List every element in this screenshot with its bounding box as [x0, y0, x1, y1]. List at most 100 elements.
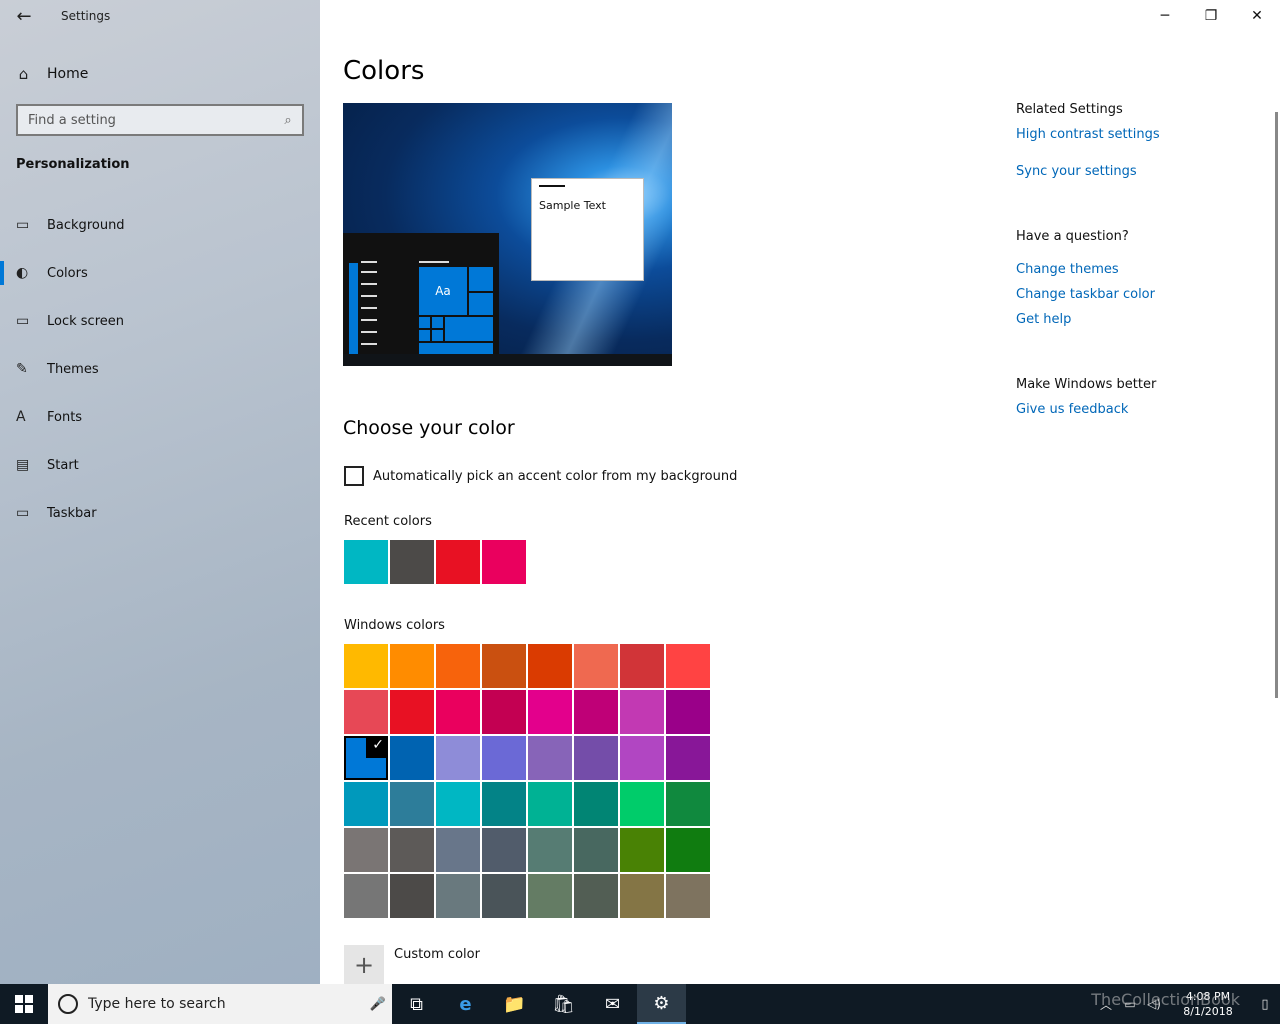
color-swatch[interactable]	[344, 828, 388, 872]
sidebar-item-lock-screen[interactable]: ▭ Lock screen	[0, 297, 320, 345]
color-swatch[interactable]	[436, 644, 480, 688]
plus-icon[interactable]: +	[344, 945, 384, 985]
color-swatch[interactable]	[574, 782, 618, 826]
sidebar-item-start[interactable]: ▤ Start	[0, 441, 320, 489]
color-swatch[interactable]	[620, 736, 664, 780]
color-swatch[interactable]	[666, 690, 710, 734]
color-swatch[interactable]	[574, 690, 618, 734]
color-swatch[interactable]	[574, 874, 618, 918]
custom-color-label[interactable]: Custom color	[394, 947, 480, 962]
close-icon[interactable]: ✕	[1234, 0, 1280, 32]
related-settings: Related Settings High contrast settings …	[1016, 102, 1256, 417]
scrollbar[interactable]	[1275, 112, 1278, 698]
microphone-icon[interactable]: 🎤	[364, 997, 392, 1012]
color-swatch[interactable]	[574, 828, 618, 872]
color-swatch[interactable]	[482, 782, 526, 826]
color-swatch[interactable]	[620, 644, 664, 688]
search-icon[interactable]: ⌕	[274, 113, 302, 128]
system-tray: ︿ ▭ ◁) 4:08 PM 8/1/2018 ▯	[1094, 984, 1280, 1024]
color-swatch[interactable]	[436, 690, 480, 734]
color-swatch[interactable]	[620, 782, 664, 826]
network-icon[interactable]: ▭	[1118, 997, 1142, 1011]
auto-pick-label[interactable]: Automatically pick an accent color from …	[373, 469, 737, 484]
color-swatch[interactable]	[620, 690, 664, 734]
sidebar-item-taskbar[interactable]: ▭ Taskbar	[0, 489, 320, 537]
file-explorer-icon[interactable]: 📁	[490, 984, 539, 1024]
color-swatch[interactable]	[344, 540, 388, 584]
color-swatch[interactable]	[482, 736, 526, 780]
color-swatch[interactable]	[436, 736, 480, 780]
change-themes-link[interactable]: Change themes	[1016, 262, 1256, 277]
sidebar-item-colors[interactable]: ◐ Colors	[0, 249, 320, 297]
auto-pick-option[interactable]: Automatically pick an accent color from …	[344, 466, 737, 486]
color-swatch[interactable]	[666, 782, 710, 826]
sidebar-item-themes[interactable]: ✎ Themes	[0, 345, 320, 393]
color-swatch[interactable]	[482, 828, 526, 872]
color-swatch[interactable]	[666, 644, 710, 688]
color-swatch[interactable]	[482, 540, 526, 584]
feedback-link[interactable]: Give us feedback	[1016, 402, 1256, 417]
custom-color-option[interactable]: + Custom color	[344, 945, 480, 985]
notification-icon[interactable]: ▯	[1250, 997, 1280, 1012]
color-swatch[interactable]	[390, 736, 434, 780]
color-swatch[interactable]	[390, 828, 434, 872]
home-link[interactable]: ⌂ Home	[0, 56, 320, 92]
settings-icon[interactable]: ⚙	[637, 984, 686, 1024]
color-swatch[interactable]	[666, 736, 710, 780]
clock[interactable]: 4:08 PM 8/1/2018	[1166, 989, 1250, 1019]
color-swatch[interactable]	[620, 828, 664, 872]
color-swatch[interactable]	[436, 874, 480, 918]
task-view-icon[interactable]: ⧉	[392, 984, 441, 1024]
maximize-icon[interactable]: ❐	[1188, 0, 1234, 32]
color-swatch[interactable]: ✓	[344, 736, 388, 780]
taskbar-search-input[interactable]	[88, 996, 364, 1012]
preview-line	[361, 331, 377, 333]
color-swatch[interactable]	[620, 874, 664, 918]
color-swatch[interactable]	[528, 828, 572, 872]
color-swatch[interactable]	[482, 644, 526, 688]
high-contrast-link[interactable]: High contrast settings	[1016, 127, 1256, 142]
color-swatch[interactable]	[436, 782, 480, 826]
color-swatch[interactable]	[390, 540, 434, 584]
sidebar-item-fonts[interactable]: A Fonts	[0, 393, 320, 441]
color-swatch[interactable]	[574, 644, 618, 688]
color-swatch[interactable]	[390, 690, 434, 734]
sync-settings-link[interactable]: Sync your settings	[1016, 164, 1256, 179]
color-swatch[interactable]	[528, 690, 572, 734]
chevron-up-icon[interactable]: ︿	[1094, 996, 1118, 1013]
sidebar-item-background[interactable]: ▭ Background	[0, 201, 320, 249]
window-controls: ─ ❐ ✕	[1142, 0, 1280, 32]
color-swatch[interactable]	[482, 690, 526, 734]
color-swatch[interactable]	[390, 644, 434, 688]
color-swatch[interactable]	[344, 690, 388, 734]
start-button[interactable]	[0, 984, 48, 1024]
color-swatch[interactable]	[436, 828, 480, 872]
color-swatch[interactable]	[436, 540, 480, 584]
mail-icon[interactable]: ✉	[588, 984, 637, 1024]
color-swatch[interactable]	[528, 782, 572, 826]
color-swatch[interactable]	[344, 782, 388, 826]
store-icon[interactable]: 🛍	[539, 984, 588, 1024]
auto-pick-checkbox[interactable]	[344, 466, 364, 486]
color-swatch[interactable]	[390, 782, 434, 826]
color-swatch[interactable]	[390, 874, 434, 918]
color-swatch[interactable]	[344, 644, 388, 688]
taskbar-search-box[interactable]: 🎤	[48, 984, 392, 1024]
color-swatch[interactable]	[528, 644, 572, 688]
color-swatch[interactable]	[666, 874, 710, 918]
color-swatch[interactable]	[574, 736, 618, 780]
find-setting-box[interactable]: ⌕	[16, 104, 304, 136]
minimize-icon[interactable]: ─	[1142, 0, 1188, 32]
get-help-link[interactable]: Get help	[1016, 312, 1256, 327]
volume-icon[interactable]: ◁)	[1142, 997, 1166, 1011]
edge-icon[interactable]: e	[441, 984, 490, 1024]
color-swatch[interactable]	[482, 874, 526, 918]
color-swatch[interactable]	[666, 828, 710, 872]
color-swatch[interactable]	[528, 736, 572, 780]
color-swatch[interactable]	[344, 874, 388, 918]
color-swatch[interactable]	[528, 874, 572, 918]
back-icon[interactable]: ←	[0, 0, 48, 32]
titlebar: ← Settings	[0, 0, 320, 32]
find-setting-input[interactable]	[28, 112, 274, 128]
change-taskbar-color-link[interactable]: Change taskbar color	[1016, 287, 1256, 302]
